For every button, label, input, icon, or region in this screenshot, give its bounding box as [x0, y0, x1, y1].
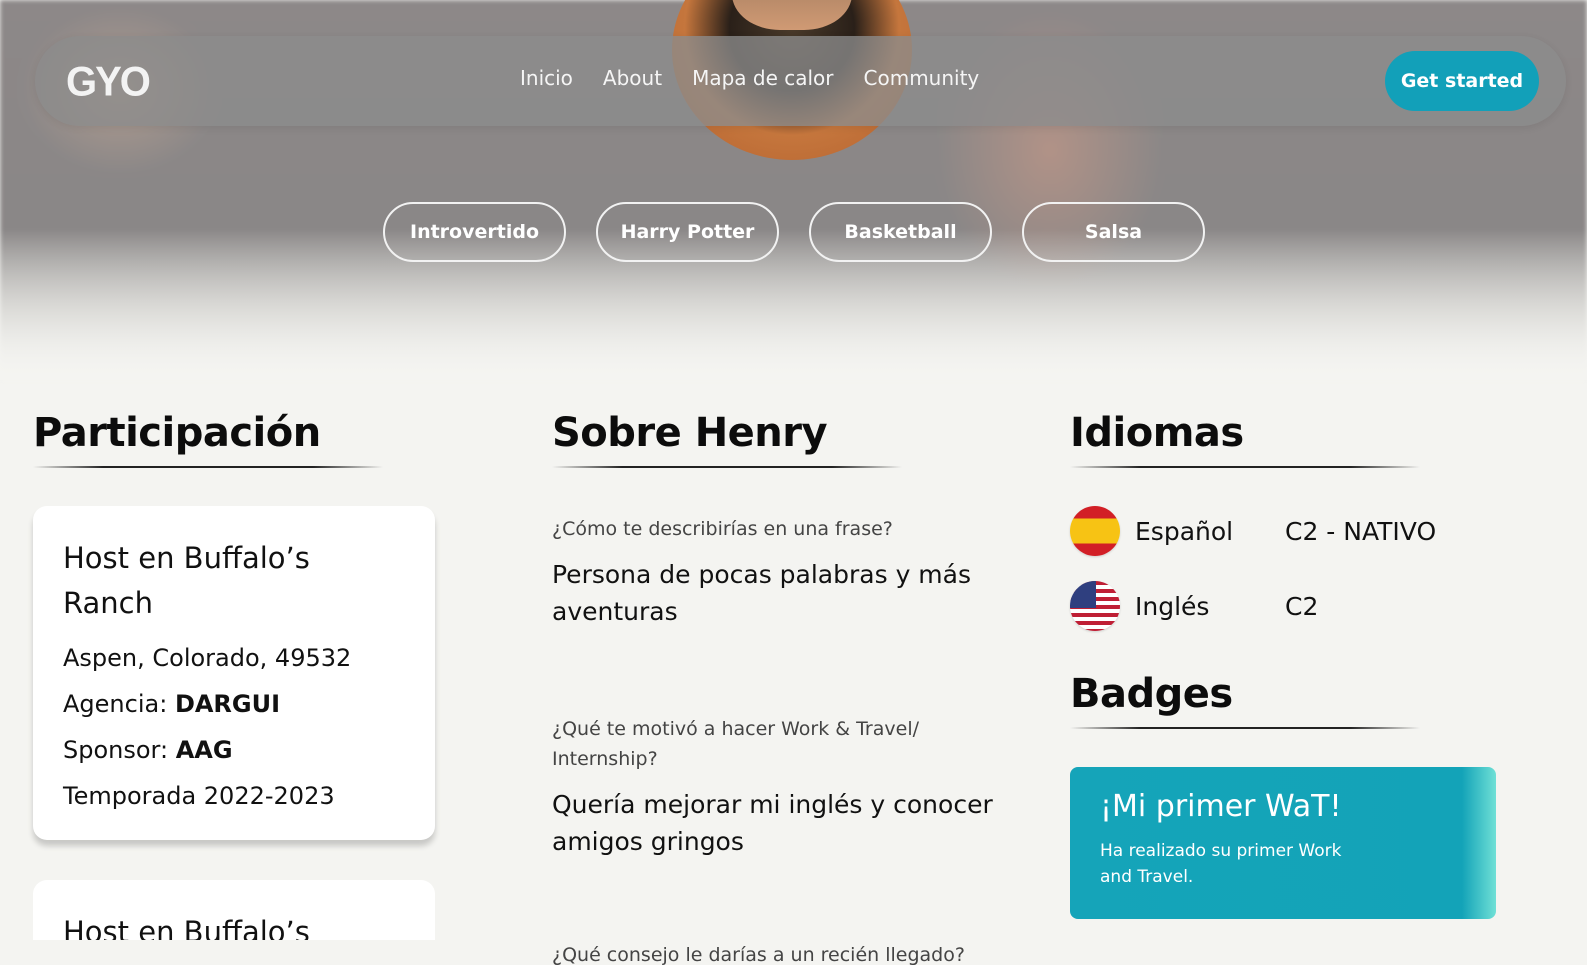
participation-title: Host en Buffalo’s Ranch	[63, 541, 310, 620]
qa-item: ¿Cómo te describirías en una frase? Pers…	[552, 514, 1012, 630]
nav-link-about[interactable]: About	[603, 66, 662, 90]
qa-item: ¿Qué te motivó a hacer Work & Travel/ In…	[552, 714, 1012, 860]
qa-question: ¿Qué te motivó a hacer Work & Travel/ In…	[552, 718, 920, 770]
sobre-henry-section: Sobre Henry ¿Cómo te describirías en una…	[552, 410, 1012, 965]
language-name: Inglés	[1135, 591, 1210, 621]
top-navbar: GYO Inicio About Mapa de calor Community…	[35, 36, 1566, 126]
section-heading: Participación	[33, 410, 321, 456]
nav-link-mapa-de-calor[interactable]: Mapa de calor	[692, 66, 833, 90]
badge-title: ¡Mi primer WaT!	[1100, 789, 1342, 824]
language-level: C2 - NATIVO	[1285, 516, 1437, 546]
qa-answer: Quería mejorar mi inglés y conocer amigo…	[552, 790, 993, 856]
section-heading: Sobre Henry	[552, 410, 828, 456]
qa-question: ¿Cómo te describirías en una frase?	[552, 518, 893, 540]
heading-divider	[33, 466, 383, 468]
heading-divider	[1070, 466, 1420, 468]
language-row: Español C2 - NATIVO	[1070, 506, 1496, 556]
participation-sponsor: Sponsor: AAG	[63, 736, 405, 764]
interest-tags: Introvertido Harry Potter Basketball Sal…	[383, 202, 1205, 262]
language-level: C2	[1285, 591, 1319, 621]
idiomas-section: Idiomas Español C2 - NATIVO Inglés C2 Ba…	[1070, 410, 1496, 919]
spain-flag-icon	[1070, 506, 1120, 556]
language-name: Español	[1135, 516, 1234, 546]
language-row: Inglés C2	[1070, 581, 1496, 631]
participacion-section: Participación Host en Buffalo’s Ranch As…	[33, 410, 435, 940]
nav-link-community[interactable]: Community	[864, 66, 980, 90]
heading-divider	[1070, 727, 1420, 729]
badge-card[interactable]: ¡Mi primer WaT! Ha realizado su primer W…	[1070, 767, 1496, 919]
agency-label: Agencia:	[63, 690, 168, 718]
agency-value: DARGUI	[174, 690, 281, 718]
nav-link-inicio[interactable]: Inicio	[520, 66, 573, 90]
participation-card: Host en Buffalo’s Ranch Aspen, Colorado,…	[33, 506, 435, 840]
qa-item: ¿Qué consejo le darías a un recién llega…	[552, 940, 1012, 965]
gyo-logo[interactable]: GYO	[66, 59, 151, 106]
qa-question: ¿Qué consejo le darías a un recién llega…	[552, 944, 965, 965]
interest-tag[interactable]: Basketball	[809, 202, 992, 262]
sponsor-label: Sponsor:	[63, 736, 169, 764]
nav-links: Inicio About Mapa de calor Community	[520, 66, 979, 90]
interest-tag[interactable]: Salsa	[1022, 202, 1205, 262]
qa-answer: Persona de pocas palabras y más aventura…	[552, 560, 972, 626]
interest-tag[interactable]: Harry Potter	[596, 202, 779, 262]
badge-description: Ha realizado su primer Work and Travel.	[1100, 841, 1342, 887]
get-started-button[interactable]: Get started	[1385, 51, 1539, 111]
avatar-face	[732, 0, 852, 30]
participation-season: Temporada 2022-2023	[63, 782, 335, 810]
participation-agency: Agencia: DARGUI	[63, 690, 405, 718]
participation-location: Aspen, Colorado, 49532	[63, 644, 352, 672]
section-heading: Badges	[1070, 671, 1233, 717]
heading-divider	[552, 466, 902, 468]
participation-card: Host en Buffalo’s	[33, 880, 435, 940]
sponsor-value: AAG	[175, 736, 233, 764]
usa-flag-icon	[1070, 581, 1120, 631]
language-list: Español C2 - NATIVO Inglés C2	[1070, 506, 1496, 631]
participation-title: Host en Buffalo’s	[63, 915, 310, 940]
section-heading: Idiomas	[1070, 410, 1244, 456]
interest-tag[interactable]: Introvertido	[383, 202, 566, 262]
